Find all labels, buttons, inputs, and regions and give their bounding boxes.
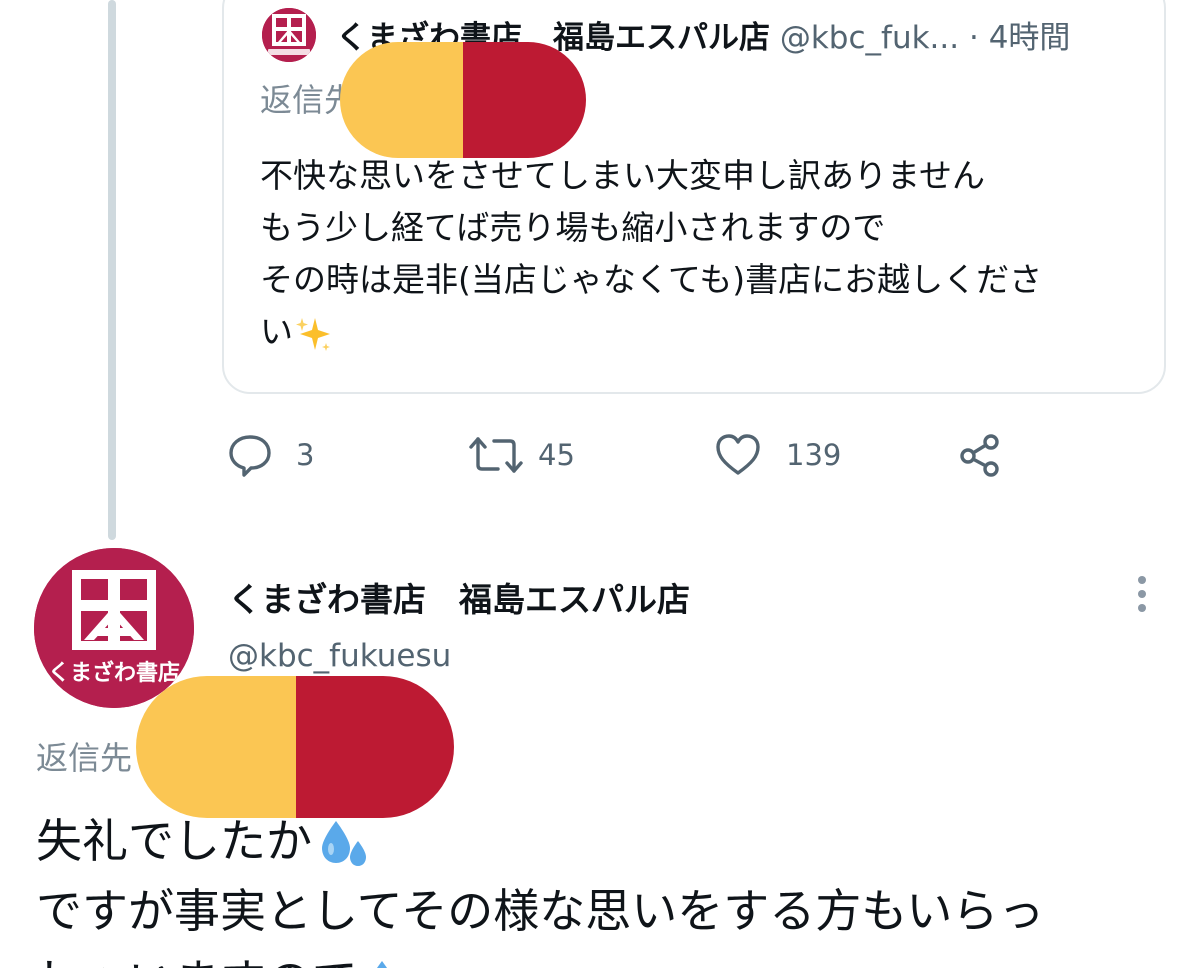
heart-icon — [716, 434, 760, 475]
sweat-droplets-icon — [376, 960, 388, 968]
text-line-fragment: しゃいますので — [36, 954, 358, 968]
more-options-button[interactable] — [1126, 572, 1158, 616]
quoted-timestamp[interactable]: 4時間 — [989, 20, 1071, 56]
reply-count: 3 — [296, 438, 315, 472]
retweet-count: 45 — [538, 438, 575, 472]
quoted-avatar[interactable] — [262, 8, 316, 62]
text-line: ですが事実としてその様な思いをする方もいらっ — [36, 884, 1045, 938]
sweat-droplets-icon — [322, 820, 366, 866]
share-button[interactable] — [956, 428, 1004, 482]
text-line: その時は是非(当店じゃなくても)書店にお越しくださ — [260, 260, 1043, 299]
text-line: しゃいますので — [36, 946, 1196, 968]
bookstore-logo-icon: くまざわ書店 — [34, 548, 194, 708]
header-separator: · — [968, 20, 979, 56]
text-line-fragment: い — [260, 312, 293, 351]
like-count: 139 — [786, 438, 842, 472]
main-tweet-text: 失礼でしたか ですが事実としてその様な思いをする方もいらっ しゃいますので — [36, 806, 1196, 968]
bookstore-logo-icon — [262, 8, 316, 62]
avatar-text: くまざわ書店 — [48, 660, 180, 686]
sparkles-icon — [296, 317, 330, 351]
text-line: 不快な思いをさせてしまい大変申し訳ありません — [260, 156, 986, 195]
share-icon — [960, 434, 999, 477]
redaction-overlay — [136, 676, 454, 818]
like-button[interactable]: 139 — [714, 428, 841, 482]
main-account-name[interactable]: くまざわ書店 福島エスパル店 — [228, 578, 690, 622]
retweet-icon — [469, 437, 523, 473]
reply-icon — [229, 435, 271, 477]
quoted-tweet-text: 不快な思いをさせてしまい大変申し訳ありません もう少し経てば売り場も縮小されます… — [260, 150, 1120, 358]
quoted-handle[interactable]: @kbc_fuk... — [780, 20, 959, 56]
redaction-overlay — [340, 42, 586, 158]
main-avatar[interactable]: くまざわ書店 — [34, 548, 194, 708]
text-line-fragment: 失礼でしたか — [36, 814, 312, 868]
text-line: もう少し経てば売り場も縮小されますので — [260, 208, 886, 247]
reply-to-label: 返信先 — [36, 739, 133, 777]
thread-connector-line — [108, 0, 116, 540]
main-reply-to: 返信先 — [36, 736, 132, 780]
reply-button[interactable]: 3 — [226, 428, 314, 482]
main-handle[interactable]: @kbc_fukuesu — [228, 636, 451, 676]
text-line-last: い — [260, 306, 1120, 358]
retweet-button[interactable]: 45 — [468, 428, 575, 482]
